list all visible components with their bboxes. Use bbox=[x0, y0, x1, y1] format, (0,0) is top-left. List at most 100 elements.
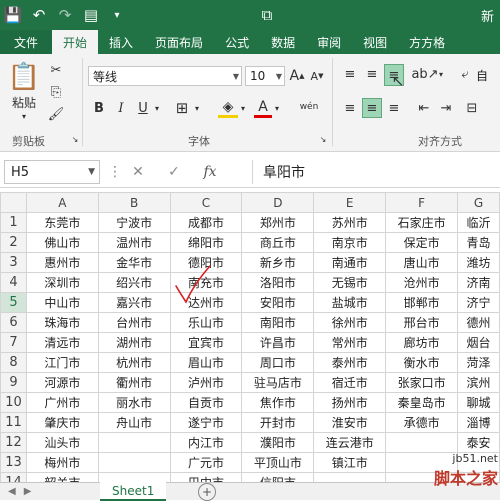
cell[interactable]: 济南 bbox=[457, 272, 500, 293]
cell[interactable]: 宜宾市 bbox=[169, 332, 243, 353]
wrap-text-icon[interactable]: ⤶ bbox=[456, 64, 474, 84]
row-header[interactable]: 8 bbox=[0, 352, 27, 373]
decrease-indent-icon[interactable]: ⇤ bbox=[414, 98, 434, 118]
cell[interactable]: 南通市 bbox=[313, 252, 387, 273]
cell[interactable]: 泰州市 bbox=[313, 352, 387, 373]
cell[interactable]: 台州市 bbox=[97, 312, 171, 333]
cell[interactable]: 镇江市 bbox=[313, 452, 387, 473]
cell[interactable] bbox=[313, 472, 387, 482]
row-header[interactable]: 5 bbox=[0, 292, 27, 313]
cell[interactable]: 驻马店市 bbox=[241, 372, 315, 393]
column-header[interactable]: G bbox=[457, 192, 500, 213]
scroll-right-icon[interactable]: ▶ bbox=[24, 486, 32, 497]
cell[interactable]: 开封市 bbox=[241, 412, 315, 433]
tab-formulas[interactable]: 公式 bbox=[214, 30, 260, 54]
row-header[interactable]: 14 bbox=[0, 472, 27, 482]
row-header[interactable]: 10 bbox=[0, 392, 27, 413]
fill-color-icon[interactable]: ◈ bbox=[218, 98, 238, 118]
cut-icon[interactable]: ✂ bbox=[46, 60, 66, 80]
cell[interactable]: 杭州市 bbox=[97, 352, 171, 373]
wrap-text-label[interactable]: 自 bbox=[476, 67, 488, 84]
cell[interactable]: 盐城市 bbox=[313, 292, 387, 313]
align-middle-icon[interactable]: ≡ bbox=[362, 64, 382, 84]
font-color-dropdown-icon[interactable]: ▾ bbox=[272, 98, 282, 118]
customize-qat-icon[interactable]: ▾ bbox=[104, 2, 130, 28]
paste-dropdown-icon[interactable]: ▾ bbox=[18, 110, 30, 122]
merge-center-icon[interactable]: ⊟ bbox=[462, 98, 482, 118]
align-top-icon[interactable]: ≡ bbox=[340, 64, 360, 84]
cell[interactable]: 遂宁市 bbox=[169, 412, 243, 433]
cell[interactable]: 湖州市 bbox=[97, 332, 171, 353]
cell[interactable]: 清远市 bbox=[25, 332, 99, 353]
column-header[interactable]: B bbox=[97, 192, 171, 213]
scroll-left-icon[interactable]: ◀ bbox=[8, 486, 16, 497]
tab-home[interactable]: 开始 bbox=[52, 30, 99, 54]
paste-button[interactable]: 粘贴 bbox=[6, 94, 42, 110]
decrease-font-icon[interactable]: A ▼ bbox=[308, 66, 326, 86]
cell[interactable]: 烟台 bbox=[457, 332, 500, 353]
row-header[interactable]: 7 bbox=[0, 332, 27, 353]
select-all-corner[interactable] bbox=[0, 192, 27, 213]
increase-font-icon[interactable]: A ▲ bbox=[288, 66, 306, 86]
cell[interactable]: 成都市 bbox=[169, 212, 243, 233]
cell[interactable]: 青岛 bbox=[457, 232, 500, 253]
cell[interactable]: 珠海市 bbox=[25, 312, 99, 333]
cell[interactable]: 淮安市 bbox=[313, 412, 387, 433]
paste-icon[interactable]: 📋 bbox=[8, 60, 40, 94]
cell[interactable]: 金华市 bbox=[97, 252, 171, 273]
cell[interactable]: 宿迁市 bbox=[313, 372, 387, 393]
cell[interactable]: 徐州市 bbox=[313, 312, 387, 333]
cell[interactable]: 淄博 bbox=[457, 412, 500, 433]
font-launcher-icon[interactable]: ↘ bbox=[318, 134, 328, 144]
align-left-icon[interactable]: ≡ bbox=[340, 98, 360, 118]
cell[interactable]: 德州 bbox=[457, 312, 500, 333]
cell[interactable]: 丽水市 bbox=[97, 392, 171, 413]
underline-icon[interactable]: U bbox=[134, 98, 152, 118]
cell[interactable]: 濮阳市 bbox=[241, 432, 315, 453]
print-icon[interactable]: ▤ bbox=[78, 2, 104, 28]
cell[interactable] bbox=[97, 472, 171, 482]
cell[interactable]: 东莞市 bbox=[25, 212, 99, 233]
enter-icon[interactable]: ✓ bbox=[156, 164, 192, 180]
cell[interactable]: 沧州市 bbox=[385, 272, 459, 293]
cell[interactable]: 衢州市 bbox=[97, 372, 171, 393]
column-header[interactable]: A bbox=[25, 192, 99, 213]
row-header[interactable]: 12 bbox=[0, 432, 27, 453]
cell[interactable]: 汕头市 bbox=[25, 432, 99, 453]
row-header[interactable]: 1 bbox=[0, 212, 27, 233]
cell[interactable]: 济宁 bbox=[457, 292, 500, 313]
cell[interactable]: 唐山市 bbox=[385, 252, 459, 273]
cell[interactable]: 商丘市 bbox=[241, 232, 315, 253]
undo-icon[interactable]: ↶ bbox=[26, 2, 52, 28]
row-header[interactable]: 9 bbox=[0, 372, 27, 393]
cell[interactable]: 佛山市 bbox=[25, 232, 99, 253]
row-header[interactable]: 6 bbox=[0, 312, 27, 333]
cell[interactable]: 自贡市 bbox=[169, 392, 243, 413]
cell[interactable]: 温州市 bbox=[97, 232, 171, 253]
phonetic-button[interactable]: wén bbox=[296, 96, 322, 118]
cell[interactable]: 无锡市 bbox=[313, 272, 387, 293]
cell[interactable]: 焦作市 bbox=[241, 392, 315, 413]
cell[interactable]: 平顶山市 bbox=[241, 452, 315, 473]
tab-fangfang[interactable]: 方方格 bbox=[398, 30, 456, 54]
cell[interactable]: 保定市 bbox=[385, 232, 459, 253]
cell[interactable]: 宁波市 bbox=[97, 212, 171, 233]
row-header[interactable]: 11 bbox=[0, 412, 27, 433]
save-icon[interactable]: 💾 bbox=[0, 2, 26, 28]
cell[interactable]: 新乡市 bbox=[241, 252, 315, 273]
fill-color-dropdown-icon[interactable]: ▾ bbox=[238, 98, 248, 118]
cell[interactable]: 河源市 bbox=[25, 372, 99, 393]
cell[interactable]: 绍兴市 bbox=[97, 272, 171, 293]
column-header[interactable]: E bbox=[313, 192, 387, 213]
cell[interactable]: 深圳市 bbox=[25, 272, 99, 293]
cell[interactable]: 张家口市 bbox=[385, 372, 459, 393]
cell[interactable]: 肇庆市 bbox=[25, 412, 99, 433]
orientation-dropdown-icon[interactable]: ▾ bbox=[436, 64, 446, 84]
cell[interactable]: 菏泽 bbox=[457, 352, 500, 373]
cell[interactable]: 洛阳市 bbox=[241, 272, 315, 293]
clipboard-launcher-icon[interactable]: ↘ bbox=[70, 134, 80, 144]
tab-review[interactable]: 审阅 bbox=[306, 30, 352, 54]
cancel-icon[interactable]: ✕ bbox=[120, 164, 156, 180]
orientation-icon[interactable]: ab↗ bbox=[411, 64, 438, 84]
cell[interactable]: 南阳市 bbox=[241, 312, 315, 333]
